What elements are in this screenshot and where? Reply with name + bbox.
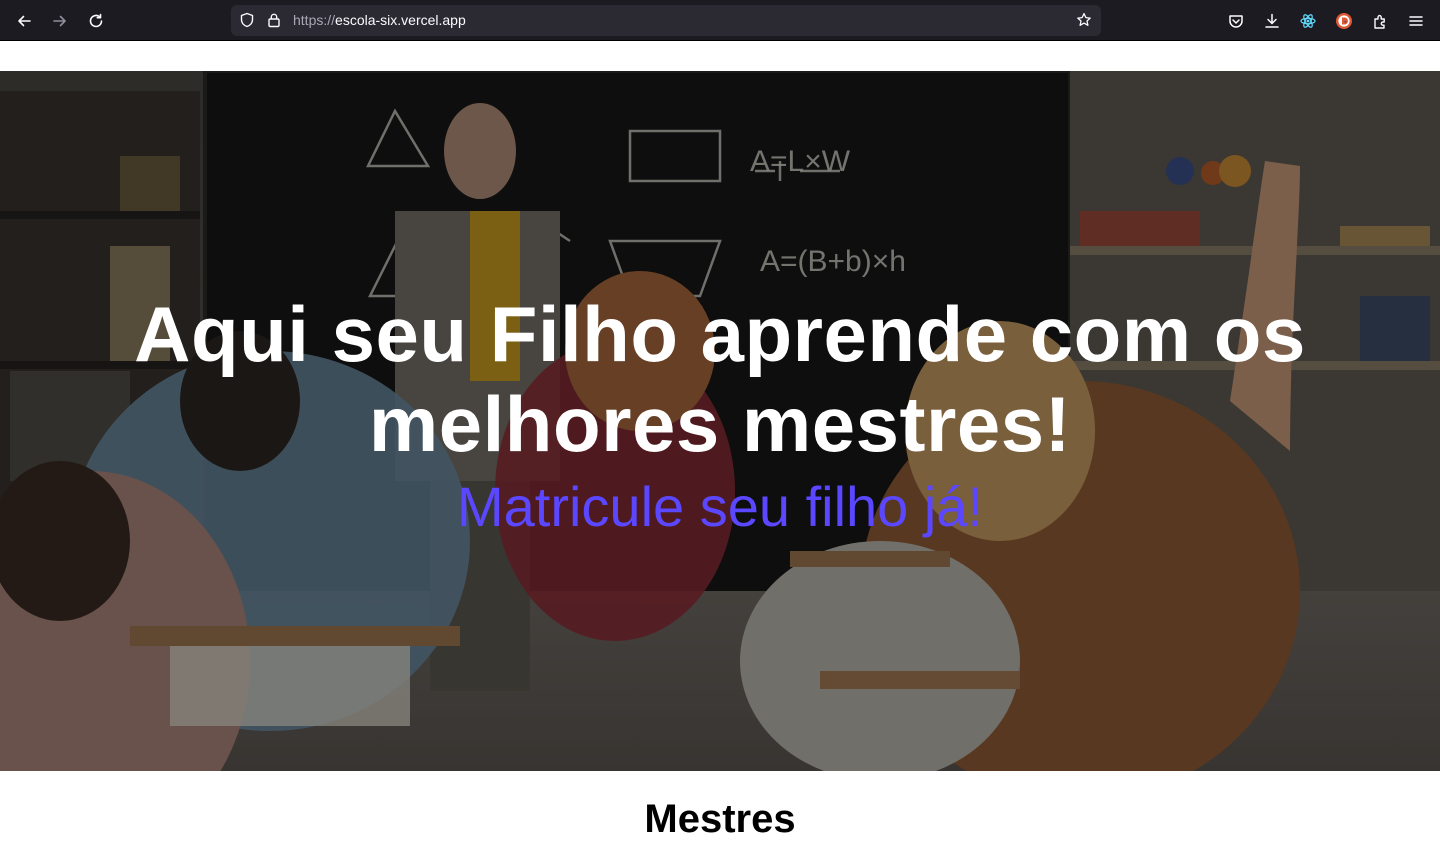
star-icon[interactable] bbox=[1075, 11, 1093, 29]
react-devtools-icon[interactable] bbox=[1295, 8, 1321, 34]
menu-icon[interactable] bbox=[1403, 8, 1429, 34]
extensions-icon[interactable] bbox=[1367, 8, 1393, 34]
pocket-icon[interactable] bbox=[1223, 8, 1249, 34]
hero-section: A=L×W A=(B+b)×h Aqui seu Filho aprende c… bbox=[0, 71, 1440, 771]
browser-toolbar: https://escola-six.vercel.app bbox=[0, 0, 1440, 41]
url-host: escola-six.vercel.app bbox=[335, 12, 466, 28]
back-arrow-icon[interactable] bbox=[11, 8, 37, 34]
url-text[interactable]: https://escola-six.vercel.app bbox=[293, 12, 466, 29]
teachers-section-title: Mestres bbox=[644, 797, 796, 841]
url-protocol: https:// bbox=[293, 12, 336, 28]
shield-icon[interactable] bbox=[238, 11, 256, 29]
lock-icon[interactable] bbox=[265, 11, 283, 29]
download-icon[interactable] bbox=[1259, 8, 1285, 34]
hero-subtitle[interactable]: Matricule seu filho já! bbox=[0, 475, 1440, 539]
duckduckgo-icon[interactable] bbox=[1331, 8, 1357, 34]
page-top-spacer bbox=[0, 41, 1440, 71]
reload-icon[interactable] bbox=[83, 8, 109, 34]
hero-title: Aqui seu Filho aprende com os melhores m… bbox=[134, 290, 1306, 468]
address-bar[interactable]: https://escola-six.vercel.app bbox=[231, 5, 1101, 36]
forward-arrow-icon[interactable] bbox=[47, 8, 73, 34]
